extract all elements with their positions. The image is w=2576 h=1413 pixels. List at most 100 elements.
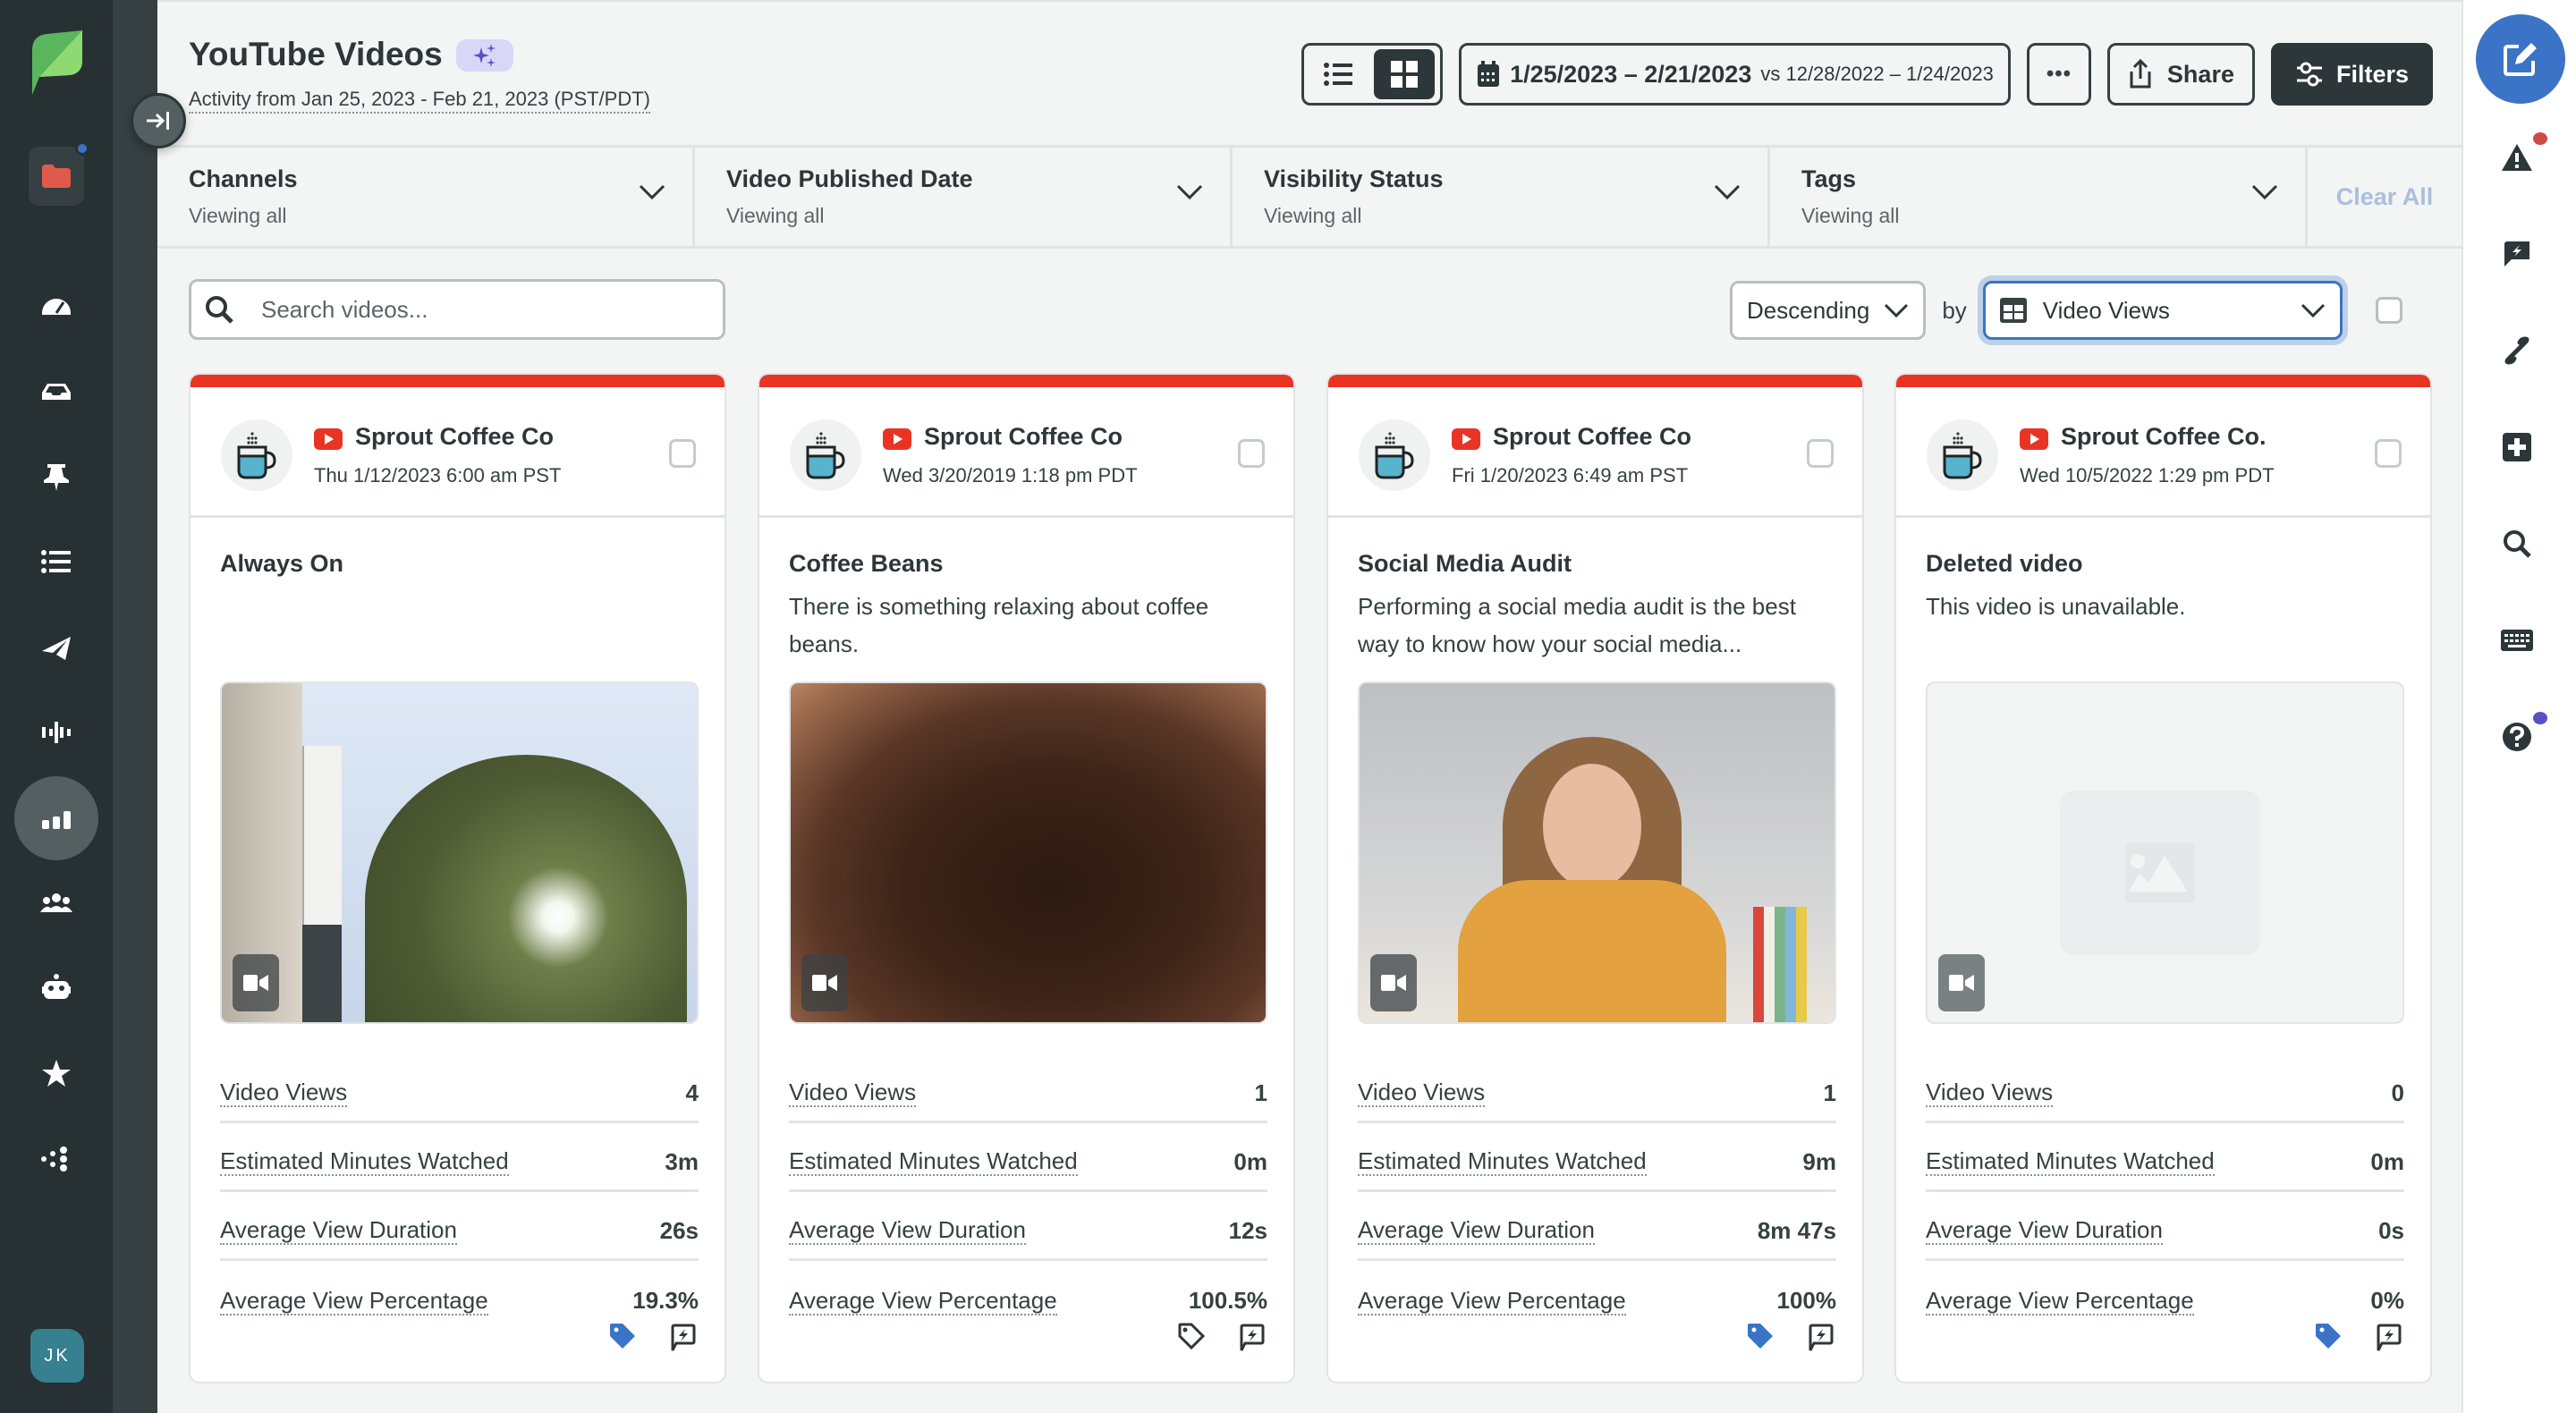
filter-value: Viewing all: [1801, 204, 1900, 227]
card-select-checkbox[interactable]: [2375, 439, 2402, 468]
account-name[interactable]: Sprout Coffee Co: [924, 423, 1123, 451]
metric-label[interactable]: Video Views: [220, 1079, 348, 1107]
metric-label[interactable]: Average View Duration: [789, 1216, 1026, 1245]
metric-label[interactable]: Video Views: [1926, 1079, 2054, 1107]
metric-row: Estimated Minutes Watched 9m: [1358, 1123, 1836, 1192]
profile-avatar: [1927, 419, 1998, 491]
profile-avatar: [221, 419, 292, 491]
account-name[interactable]: Sprout Coffee Co: [355, 423, 554, 451]
filter-tags[interactable]: Tags Viewing all: [1770, 148, 2308, 246]
youtube-icon: [314, 428, 343, 450]
video-thumbnail[interactable]: [220, 681, 699, 1024]
card-select-checkbox[interactable]: [1807, 439, 1834, 468]
metric-label[interactable]: Estimated Minutes Watched: [789, 1147, 1078, 1176]
video-thumbnail[interactable]: [1358, 681, 1836, 1024]
compose-button[interactable]: [2476, 14, 2565, 104]
activity-date-range[interactable]: Activity from Jan 25, 2023 - Feb 21, 202…: [189, 88, 650, 114]
account-name[interactable]: Sprout Coffee Co.: [2061, 423, 2267, 451]
bolt-chat-icon[interactable]: [669, 1324, 696, 1354]
chevron-down-icon: [1885, 303, 1909, 318]
metric-label[interactable]: Average View Duration: [1358, 1216, 1595, 1245]
metric-label[interactable]: Average View Percentage: [1358, 1287, 1626, 1316]
metric-row: Video Views 4: [220, 1054, 699, 1123]
tag-button[interactable]: [1746, 1322, 1775, 1355]
select-all-checkbox[interactable]: [2376, 297, 2402, 324]
more-options-button[interactable]: •••: [2026, 43, 2091, 106]
card-header: Sprout Coffee Co. Wed 10/5/2022 1:29 pm …: [1896, 387, 2430, 518]
tag-button[interactable]: [608, 1322, 637, 1355]
metric-label[interactable]: Estimated Minutes Watched: [1926, 1147, 2215, 1176]
metric-label[interactable]: Average View Percentage: [1926, 1287, 2194, 1316]
alerts-button[interactable]: [2497, 132, 2547, 177]
nav-item-apps[interactable]: [14, 1117, 98, 1201]
video-card-2[interactable]: Sprout Coffee Co Wed 3/20/2019 1:18 pm P…: [758, 373, 1295, 1383]
link-button[interactable]: [2497, 331, 2537, 370]
video-card-4[interactable]: Sprout Coffee Co. Wed 10/5/2022 1:29 pm …: [1894, 373, 2432, 1383]
keyboard-shortcuts-button[interactable]: [2497, 621, 2537, 660]
nav-item-people[interactable]: [14, 861, 98, 945]
nav-item-tasks[interactable]: [14, 435, 98, 519]
bolt-chat-icon[interactable]: [2375, 1324, 2402, 1354]
nav-item-publishing[interactable]: [14, 520, 98, 604]
account-name[interactable]: Sprout Coffee Co: [1493, 423, 1691, 451]
sort-order-select[interactable]: Descending: [1730, 281, 1927, 340]
coffee-cup-icon: [237, 432, 276, 479]
user-avatar[interactable]: JK: [30, 1329, 84, 1383]
nav-item-dashboard[interactable]: [14, 264, 98, 348]
nav-item-inbox[interactable]: [14, 349, 98, 433]
search-button[interactable]: [2497, 524, 2537, 563]
metric-value: 0m: [1233, 1147, 1267, 1175]
filter-label: Visibility Status: [1264, 165, 1444, 192]
video-title: Social Media Audit: [1358, 550, 1572, 577]
nav-item-listening[interactable]: [14, 690, 98, 774]
metric-label[interactable]: Video Views: [789, 1079, 917, 1107]
filter-visibility-status[interactable]: Visibility Status Viewing all: [1233, 148, 1770, 246]
nav-item-bots[interactable]: [14, 946, 98, 1030]
filters-button[interactable]: Filters: [2270, 43, 2433, 106]
video-card-1[interactable]: Sprout Coffee Co Thu 1/12/2023 6:00 am P…: [189, 373, 726, 1383]
metric-label[interactable]: Average View Duration: [1926, 1216, 2163, 1245]
image-placeholder: [2060, 791, 2260, 955]
bolt-chat-icon[interactable]: [1238, 1324, 1265, 1354]
bolt-chat-icon[interactable]: [1807, 1324, 1834, 1354]
clear-all-button[interactable]: Clear All: [2308, 148, 2462, 246]
sort-metric-select[interactable]: Video Views: [1982, 281, 2343, 340]
nav-item-reviews[interactable]: [14, 1032, 98, 1116]
metric-label[interactable]: Average View Percentage: [789, 1287, 1057, 1316]
ai-assist-button[interactable]: [456, 39, 513, 72]
filter-video-published-date[interactable]: Video Published Date Viewing all: [695, 148, 1233, 246]
add-button[interactable]: [2497, 427, 2537, 467]
nav-secondary-strip: [113, 0, 157, 1413]
help-button[interactable]: [2497, 712, 2547, 757]
nav-item-reports[interactable]: [14, 776, 98, 860]
search-input[interactable]: Search videos...: [189, 279, 725, 340]
metric-row: Average View Duration 12s: [789, 1192, 1267, 1261]
youtube-icon: [1452, 428, 1480, 450]
metric-label[interactable]: Estimated Minutes Watched: [220, 1147, 509, 1176]
card-select-checkbox[interactable]: [669, 439, 696, 468]
video-card-3[interactable]: Sprout Coffee Co Fri 1/20/2023 6:49 am P…: [1326, 373, 1864, 1383]
metric-row: Average View Percentage 0%: [1926, 1261, 2404, 1330]
suggestions-button[interactable]: [2497, 234, 2537, 274]
date-range-picker[interactable]: 1/25/2023 – 2/21/2023 vs 12/28/2022 – 1/…: [1459, 43, 2011, 106]
metric-label[interactable]: Video Views: [1358, 1079, 1486, 1107]
list-view-button[interactable]: [1308, 49, 1368, 99]
metric-label[interactable]: Estimated Minutes Watched: [1358, 1147, 1647, 1176]
tag-button[interactable]: [2314, 1322, 2343, 1355]
bolt-chat-icon: [2504, 241, 2529, 267]
share-button[interactable]: Share: [2106, 43, 2255, 106]
sprout-logo-icon[interactable]: [27, 30, 84, 97]
nav-item-send[interactable]: [14, 605, 98, 690]
filter-channels[interactable]: Channels Viewing all: [157, 148, 695, 246]
video-thumbnail[interactable]: [789, 681, 1267, 1024]
card-select-checkbox[interactable]: [1238, 439, 1265, 468]
metric-label[interactable]: Average View Percentage: [220, 1287, 488, 1316]
grid-view-button[interactable]: [1374, 49, 1436, 99]
video-thumbnail[interactable]: [1926, 681, 2404, 1024]
filter-bar: Channels Viewing all Video Published Dat…: [157, 145, 2462, 249]
tag-button[interactable]: [1177, 1322, 1206, 1355]
nav-item-folder[interactable]: [29, 141, 89, 206]
expand-sidebar-button[interactable]: [131, 93, 186, 148]
metric-label[interactable]: Average View Duration: [220, 1216, 457, 1245]
date-range-current: 1/25/2023 – 2/21/2023: [1510, 60, 1752, 88]
